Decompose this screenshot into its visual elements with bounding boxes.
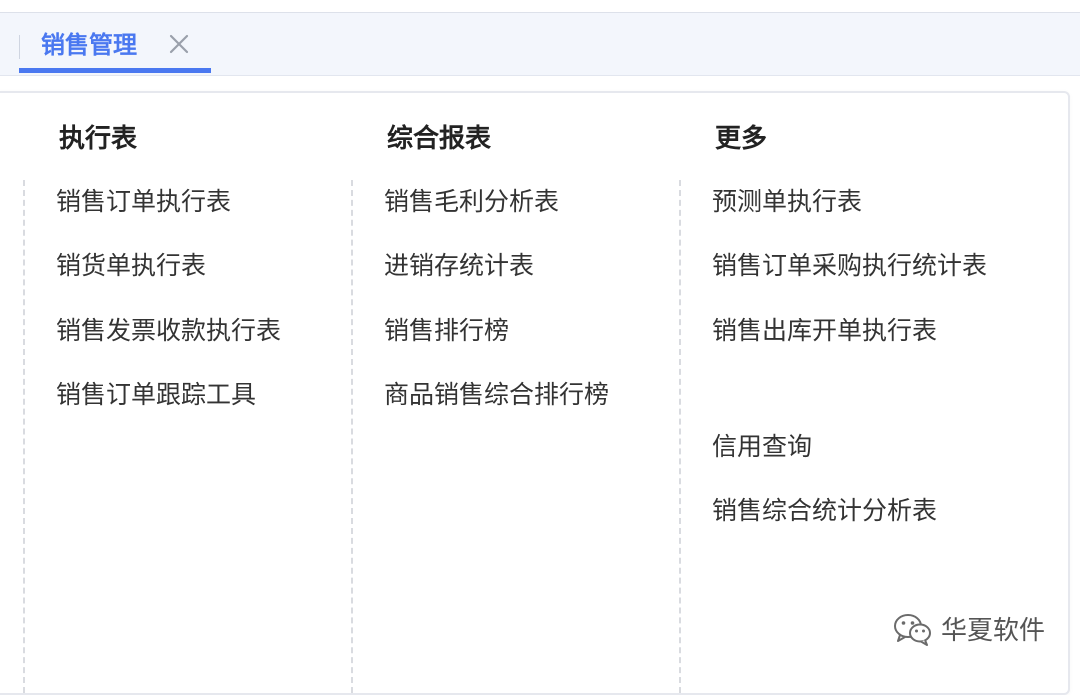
menu-item[interactable]: 销货单执行表 bbox=[56, 246, 206, 286]
menu-item[interactable]: 销售出库开单执行表 bbox=[712, 311, 937, 351]
menu-item[interactable]: 销售订单跟踪工具 bbox=[56, 375, 256, 415]
close-icon[interactable] bbox=[167, 31, 191, 57]
column-divider bbox=[679, 180, 681, 693]
menu-item[interactable]: 进销存统计表 bbox=[384, 246, 534, 286]
tab-sales-management[interactable]: 销售管理 bbox=[19, 13, 211, 75]
window-top-strip bbox=[0, 0, 1080, 13]
menu-item[interactable]: 销售综合统计分析表 bbox=[712, 491, 937, 531]
menu-item[interactable]: 销售订单执行表 bbox=[56, 182, 231, 222]
menu-column-execution: 执行表 销售订单执行表 销货单执行表 销售发票收款执行表 销售订单跟踪工具 bbox=[0, 93, 324, 693]
tab-bar: 销售管理 bbox=[0, 13, 1080, 76]
menu-item[interactable]: 商品销售综合排行榜 bbox=[384, 375, 609, 415]
column-divider bbox=[351, 180, 353, 693]
menu-item[interactable]: 销售毛利分析表 bbox=[384, 182, 559, 222]
menu-item[interactable]: 销售订单采购执行统计表 bbox=[712, 246, 987, 286]
menu-item[interactable]: 销售排行榜 bbox=[384, 311, 509, 351]
watermark: 华夏软件 bbox=[893, 611, 1045, 651]
menu-item[interactable]: 销售发票收款执行表 bbox=[56, 311, 281, 351]
menu-column-more: 更多 预测单执行表 销售订单采购执行统计表 销售出库开单执行表 信用查询 销售综… bbox=[652, 93, 1064, 693]
column-heading: 执行表 bbox=[59, 124, 138, 154]
column-heading: 更多 bbox=[715, 124, 768, 154]
menu-item[interactable]: 预测单执行表 bbox=[712, 182, 862, 222]
active-tab-indicator bbox=[19, 68, 211, 73]
watermark-text: 华夏软件 bbox=[941, 616, 1046, 646]
menu-item[interactable]: 信用查询 bbox=[712, 427, 812, 467]
menu-column-reports: 综合报表 销售毛利分析表 进销存统计表 销售排行榜 商品销售综合排行榜 bbox=[324, 93, 652, 693]
tab-label: 销售管理 bbox=[41, 31, 137, 59]
sales-menu-panel: 执行表 销售订单执行表 销货单执行表 销售发票收款执行表 销售订单跟踪工具 综合… bbox=[0, 91, 1070, 695]
column-heading: 综合报表 bbox=[387, 124, 492, 154]
wechat-icon bbox=[893, 612, 933, 650]
column-divider bbox=[23, 180, 25, 693]
